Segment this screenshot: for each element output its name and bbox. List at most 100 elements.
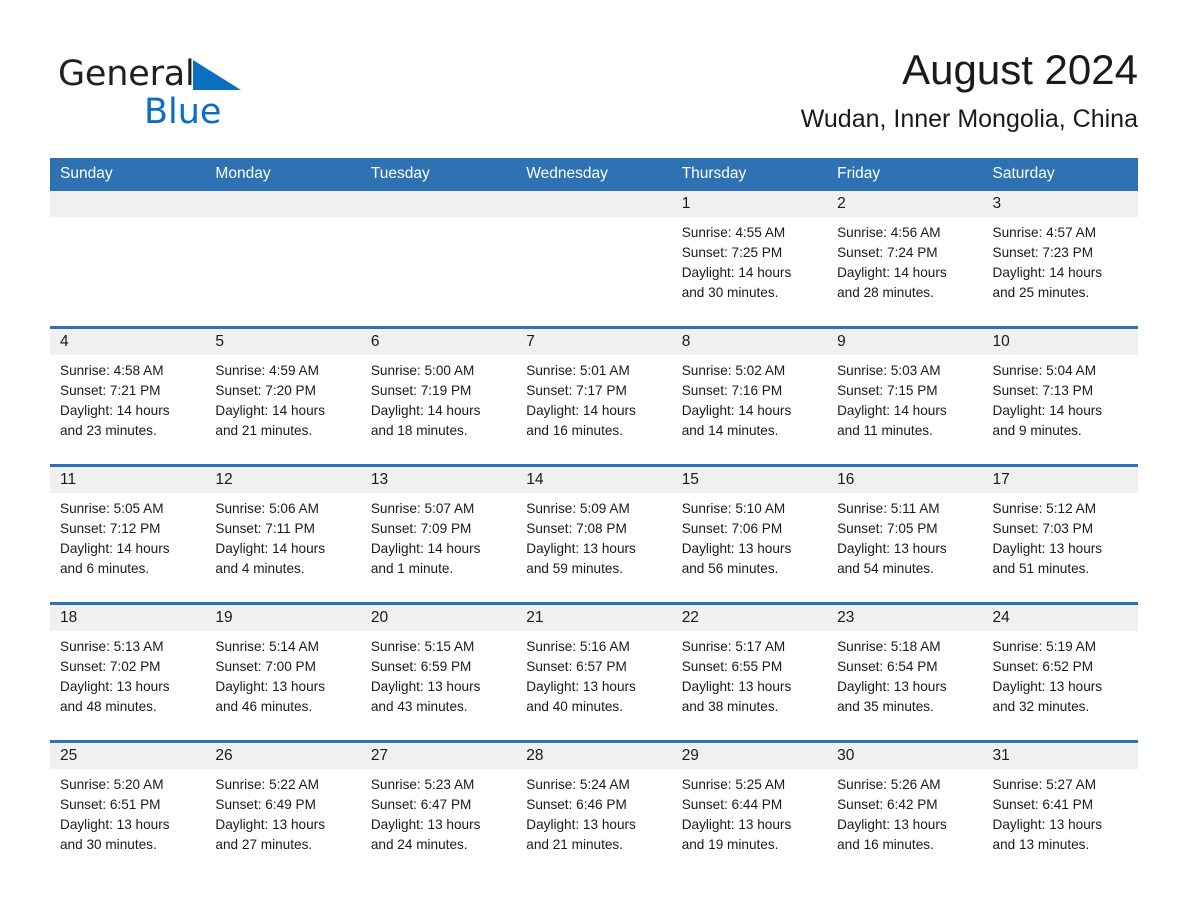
sunrise-text: Sunrise: 5:25 AM [681, 777, 786, 792]
day-cell[interactable]: 20 Sunrise: 5:15 AM Sunset: 6:59 PM Dayligh… [360, 602, 517, 742]
day-cell[interactable]: 7 Sunrise: 5:01 AM Sunset: 7:17 PM Daylight… [516, 326, 672, 466]
day-cell[interactable] [360, 191, 517, 328]
day-cell[interactable]: 31 Sunrise: 5:27 AM Sunset: 6:41 PM Dayligh… [982, 740, 1138, 878]
daylight-text-line2: and 23 minutes. [60, 423, 157, 438]
general-blue-logo[interactable]: General Blue [58, 52, 358, 136]
day-cell[interactable]: 13 Sunrise: 5:07 AM Sunset: 7:09 PM Dayligh… [360, 464, 517, 604]
sunrise-text: Sunrise: 5:05 AM [60, 501, 164, 516]
day-cell[interactable]: 28 Sunrise: 5:24 AM Sunset: 6:46 PM Dayligh… [516, 740, 672, 878]
daylight-text-line2: and 59 minutes. [526, 561, 623, 576]
day-number: 28 [516, 743, 672, 769]
daylight-text-line2: and 18 minutes. [370, 423, 468, 438]
day-cell[interactable]: 9 Sunrise: 5:03 AM Sunset: 7:15 PM Daylight… [827, 326, 983, 466]
daylight-text-line2: and 54 minutes. [837, 561, 934, 576]
sunset-text: Sunset: 6:44 PM [681, 797, 783, 812]
day-cell[interactable]: 5 Sunrise: 4:59 AM Sunset: 7:20 PM Daylight… [205, 326, 361, 466]
sunrise-text: Sunrise: 5:26 AM [837, 777, 941, 792]
daylight-text-line1: Daylight: 14 hours [215, 541, 325, 556]
logo-text-blue: Blue [144, 92, 222, 132]
daylight-text-line1: Daylight: 13 hours [992, 679, 1103, 694]
day-detail: Sunrise: 5:16 AM Sunset: 6:57 PM Daylight:… [516, 631, 671, 717]
day-cell[interactable]: 30 Sunrise: 5:26 AM Sunset: 6:42 PM Dayligh… [827, 740, 983, 878]
logo-row-blue: Blue [58, 90, 358, 141]
day-cell[interactable] [50, 191, 206, 328]
sunset-text: Sunset: 7:20 PM [215, 383, 316, 398]
daylight-text-line1: Daylight: 14 hours [60, 403, 170, 418]
daylight-text-line1: Daylight: 14 hours [370, 403, 481, 418]
day-detail: Sunrise: 5:00 AM Sunset: 7:19 PM Daylight:… [361, 355, 516, 441]
sunrise-text: Sunrise: 5:13 AM [60, 639, 164, 654]
day-cell[interactable]: 21 Sunrise: 5:16 AM Sunset: 6:57 PM Dayligh… [516, 602, 672, 742]
day-cell[interactable]: 27 Sunrise: 5:23 AM Sunset: 6:47 PM Dayligh… [360, 740, 517, 878]
daylight-text-line2: and 16 minutes. [526, 423, 623, 438]
day-detail: Sunrise: 5:13 AM Sunset: 7:02 PM Daylight:… [50, 631, 205, 717]
sunrise-text: Sunrise: 5:10 AM [681, 501, 786, 516]
daylight-text-line1: Daylight: 13 hours [837, 817, 947, 832]
sunrise-text: Sunrise: 5:07 AM [370, 501, 475, 516]
daylight-text-line2: and 46 minutes. [215, 699, 313, 714]
day-cell[interactable]: 19 Sunrise: 5:14 AM Sunset: 7:00 PM Dayligh… [205, 602, 361, 742]
daylight-text-line2: and 25 minutes. [992, 285, 1090, 300]
sunset-text: Sunset: 6:54 PM [837, 659, 938, 674]
day-cell[interactable]: 1 Sunrise: 4:55 AM Sunset: 7:25 PM Daylight… [671, 191, 828, 328]
sunset-text: Sunset: 6:59 PM [370, 659, 472, 674]
daylight-text-line2: and 24 minutes. [370, 837, 468, 852]
location-subtitle: Wudan, Inner Mongolia, China [800, 105, 1138, 133]
day-cell[interactable]: 14 Sunrise: 5:09 AM Sunset: 7:08 PM Dayligh… [516, 464, 672, 604]
weekday-header-sunday: Sunday [50, 158, 206, 191]
day-cell[interactable]: 29 Sunrise: 5:25 AM Sunset: 6:44 PM Dayligh… [671, 740, 828, 878]
day-detail: Sunrise: 5:26 AM Sunset: 6:42 PM Daylight:… [827, 769, 982, 855]
page-title: August 2024 [902, 46, 1138, 93]
day-detail: Sunrise: 5:11 AM Sunset: 7:05 PM Daylight:… [827, 493, 982, 579]
day-detail: Sunrise: 5:05 AM Sunset: 7:12 PM Daylight:… [50, 493, 205, 579]
day-cell[interactable]: 18 Sunrise: 5:13 AM Sunset: 7:02 PM Dayligh… [50, 602, 206, 742]
day-number: 18 [50, 605, 206, 631]
weekday-header-friday: Friday [827, 158, 983, 191]
daylight-text-line2: and 11 minutes. [837, 423, 933, 438]
sunset-text: Sunset: 7:24 PM [837, 245, 938, 260]
day-cell[interactable]: 25 Sunrise: 5:20 AM Sunset: 6:51 PM Dayligh… [50, 740, 206, 878]
day-cell[interactable]: 6 Sunrise: 5:00 AM Sunset: 7:19 PM Daylight… [360, 326, 517, 466]
sunset-text: Sunset: 6:55 PM [681, 659, 783, 674]
sunrise-text: Sunrise: 5:17 AM [681, 639, 786, 654]
day-number: 12 [205, 467, 361, 493]
sunset-text: Sunset: 6:42 PM [837, 797, 938, 812]
sunset-text: Sunset: 7:02 PM [60, 659, 161, 674]
sunrise-text: Sunrise: 5:27 AM [992, 777, 1097, 792]
day-number: 21 [516, 605, 672, 631]
day-detail: Sunrise: 5:14 AM Sunset: 7:00 PM Daylight:… [205, 631, 360, 717]
weekday-header-saturday: Saturday [982, 158, 1138, 191]
day-cell[interactable]: 8 Sunrise: 5:02 AM Sunset: 7:16 PM Daylight… [671, 326, 828, 466]
day-cell[interactable]: 22 Sunrise: 5:17 AM Sunset: 6:55 PM Dayligh… [671, 602, 828, 742]
daylight-text-line2: and 19 minutes. [681, 837, 779, 852]
day-number [360, 191, 517, 217]
day-cell[interactable] [516, 191, 672, 328]
day-cell[interactable] [205, 191, 361, 328]
blue-triangle-flag-icon [192, 60, 241, 95]
daylight-text-line2: and 40 minutes. [526, 699, 623, 714]
daylight-text-line1: Daylight: 14 hours [992, 265, 1103, 280]
daylight-text-line2: and 13 minutes. [992, 837, 1090, 852]
daylight-text-line2: and 35 minutes. [837, 699, 934, 714]
day-cell[interactable]: 26 Sunrise: 5:22 AM Sunset: 6:49 PM Dayligh… [205, 740, 361, 878]
day-cell[interactable]: 24 Sunrise: 5:19 AM Sunset: 6:52 PM Dayligh… [982, 602, 1138, 742]
day-cell[interactable]: 2 Sunrise: 4:56 AM Sunset: 7:24 PM Daylight… [827, 191, 983, 328]
day-cell[interactable]: 3 Sunrise: 4:57 AM Sunset: 7:23 PM Daylight… [982, 191, 1138, 328]
day-cell[interactable]: 4 Sunrise: 4:58 AM Sunset: 7:21 PM Daylight… [50, 326, 206, 466]
daylight-text-line2: and 6 minutes. [60, 561, 150, 576]
week-row: 1 Sunrise: 4:55 AM Sunset: 7:25 PM Daylight… [50, 191, 1138, 328]
day-cell[interactable]: 12 Sunrise: 5:06 AM Sunset: 7:11 PM Dayligh… [205, 464, 361, 604]
day-cell[interactable]: 23 Sunrise: 5:18 AM Sunset: 6:54 PM Dayligh… [827, 602, 983, 742]
day-number: 5 [205, 329, 361, 355]
week-row: 18 Sunrise: 5:13 AM Sunset: 7:02 PM Dayligh… [50, 602, 1138, 742]
day-number: 31 [982, 743, 1138, 769]
day-cell[interactable]: 16 Sunrise: 5:11 AM Sunset: 7:05 PM Dayligh… [827, 464, 983, 604]
day-cell[interactable]: 10 Sunrise: 5:04 AM Sunset: 7:13 PM Dayligh… [982, 326, 1138, 466]
day-cell[interactable]: 15 Sunrise: 5:10 AM Sunset: 7:06 PM Dayligh… [671, 464, 828, 604]
daylight-text-line1: Daylight: 13 hours [837, 679, 947, 694]
day-detail: Sunrise: 5:19 AM Sunset: 6:52 PM Daylight:… [983, 631, 1138, 717]
day-cell[interactable]: 11 Sunrise: 5:05 AM Sunset: 7:12 PM Dayligh… [50, 464, 206, 604]
daylight-text-line2: and 28 minutes. [837, 285, 934, 300]
sunset-text: Sunset: 6:52 PM [992, 659, 1094, 674]
day-cell[interactable]: 17 Sunrise: 5:12 AM Sunset: 7:03 PM Dayligh… [982, 464, 1138, 604]
